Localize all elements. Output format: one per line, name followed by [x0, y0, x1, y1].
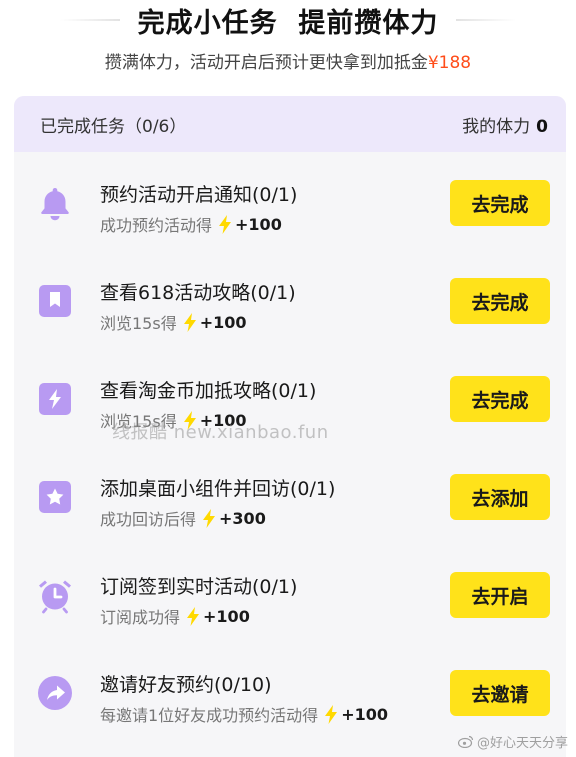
task-action-button[interactable]: 去完成 — [450, 180, 550, 226]
lightning-icon — [36, 380, 74, 418]
task-reward: +100 — [199, 312, 247, 332]
task-action-button[interactable]: 去邀请 — [450, 670, 550, 716]
task-desc-text: 订阅成功得 — [100, 608, 181, 627]
title-divider-right — [456, 19, 517, 21]
title-divider-left — [59, 19, 120, 21]
bookmark-icon — [36, 282, 74, 320]
task-item: 订阅签到实时活动(0/1) 订阅成功得 +100 去开启 — [14, 546, 566, 644]
energy-bolt-icon — [183, 312, 196, 332]
task-desc-text: 每邀请1位好友成功预约活动得 — [100, 706, 319, 725]
task-item: 邀请好友预约(0/10) 每邀请1位好友成功预约活动得 +100 去邀请 — [14, 644, 566, 742]
task-desc-text: 浏览15s得 — [100, 314, 177, 333]
credit-text: @好心天天分享 — [476, 736, 568, 751]
energy-bolt-icon — [187, 606, 200, 626]
task-description: 每邀请1位好友成功预约活动得 +100 — [100, 702, 388, 726]
page-title: 完成小任务 提前攒体力 — [137, 7, 439, 39]
task-item: 预约活动开启通知(0/1) 成功预约活动得 +100 去完成 — [14, 154, 566, 252]
task-description: 成功预约活动得 +100 — [100, 212, 282, 236]
task-item: 查看618活动攻略(0/1) 浏览15s得 +100 去完成 — [14, 252, 566, 350]
task-action-button[interactable]: 去完成 — [450, 376, 550, 422]
page-subtitle: 攒满体力，活动开启后预计更快拿到加抵金¥188 — [0, 48, 576, 73]
energy-label: 我的体力 — [462, 116, 531, 137]
task-action-button[interactable]: 去开启 — [450, 572, 550, 618]
task-action-button[interactable]: 去添加 — [450, 474, 550, 520]
task-reward: +100 — [235, 214, 282, 234]
subtitle-text: 攒满体力，活动开启后预计更快拿到加抵金 — [104, 53, 428, 73]
completed-count: 已完成任务（0/6） — [40, 116, 187, 137]
title-row: 完成小任务 提前攒体力 — [0, 0, 576, 40]
energy-bolt-icon — [325, 704, 338, 724]
task-name: 添加桌面小组件并回访(0/1) — [100, 478, 336, 500]
share-icon — [36, 674, 74, 712]
task-description: 订阅成功得 +100 — [100, 604, 250, 628]
task-reward: +100 — [203, 606, 250, 626]
energy-bolt-icon — [203, 508, 216, 528]
task-name: 查看618活动攻略(0/1) — [100, 282, 296, 304]
task-item: 添加桌面小组件并回访(0/1) 成功回访后得 +300 去添加 — [14, 448, 566, 546]
bell-icon — [36, 184, 74, 222]
alarm-clock-icon — [36, 576, 74, 614]
task-action-button[interactable]: 去完成 — [450, 278, 550, 324]
watermark: 线报酷 new.xianbao.fun — [112, 422, 329, 443]
energy-bolt-icon — [219, 214, 232, 234]
task-reward: +300 — [219, 508, 266, 528]
star-icon — [36, 478, 74, 516]
task-description: 成功回访后得 +300 — [100, 506, 266, 530]
credit-watermark: @好心天天分享 — [457, 732, 568, 751]
task-name: 查看淘金币加抵攻略(0/1) — [100, 380, 317, 402]
task-page: 完成小任务 提前攒体力 攒满体力，活动开启后预计更快拿到加抵金¥188 已完成任… — [0, 0, 576, 757]
task-desc-text: 成功预约活动得 — [100, 216, 213, 235]
task-name: 订阅签到实时活动(0/1) — [100, 576, 298, 598]
task-description: 浏览15s得 +100 — [100, 310, 247, 334]
task-desc-text: 成功回访后得 — [100, 510, 197, 529]
task-name: 邀请好友预约(0/10) — [100, 674, 272, 696]
my-energy: 我的体力 0 — [462, 112, 548, 137]
task-panel-header: 已完成任务（0/6） 我的体力 0 — [14, 96, 566, 152]
weibo-icon — [457, 735, 474, 748]
energy-value: 0 — [536, 116, 548, 137]
task-name: 预约活动开启通知(0/1) — [100, 184, 298, 206]
subtitle-amount: ¥188 — [427, 53, 472, 73]
task-reward: +100 — [341, 704, 388, 724]
